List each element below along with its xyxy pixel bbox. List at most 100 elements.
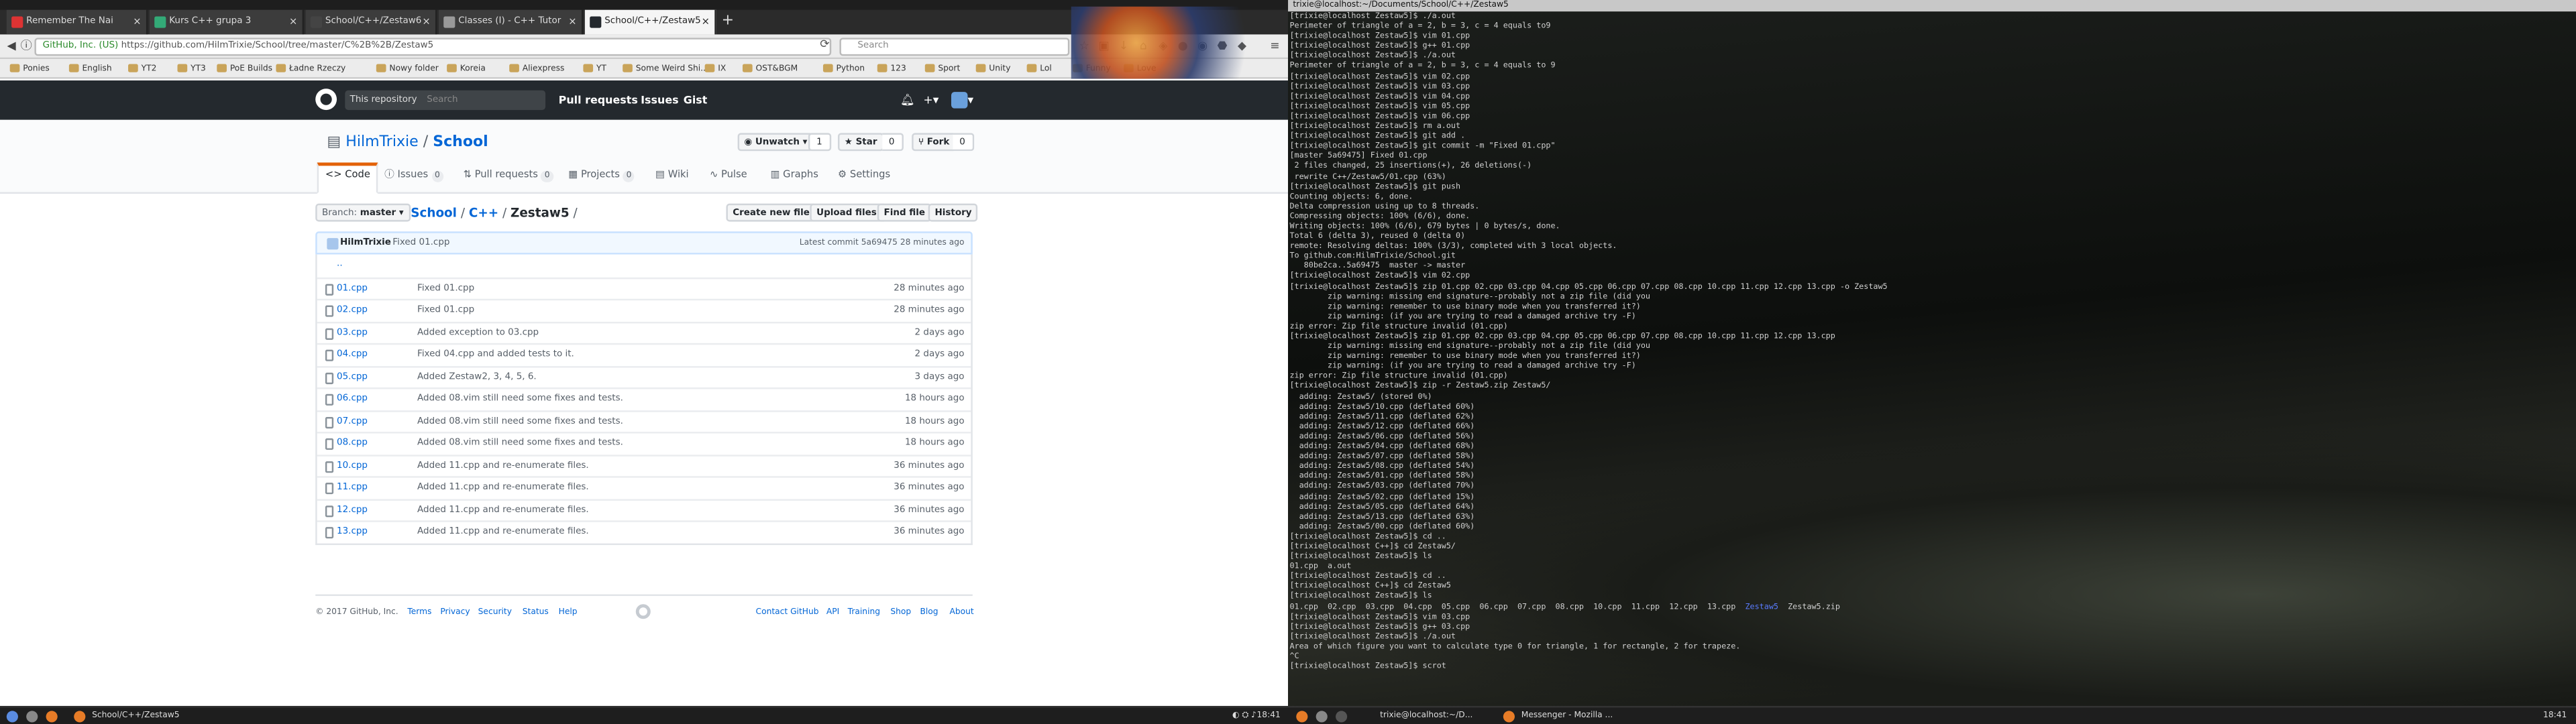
- commit-message-link[interactable]: Added 08.vim still need some fixes and t…: [417, 434, 623, 455]
- bookmark-folder[interactable]: PoE Builds: [217, 62, 272, 76]
- browser-tab[interactable]: Kurs C++ grupa 3 ×: [149, 9, 305, 35]
- github-logo-icon[interactable]: [635, 604, 651, 619]
- bookmark-folder[interactable]: Unity: [975, 62, 1010, 76]
- new-tab-button[interactable]: +: [718, 10, 737, 35]
- commit-message-link[interactable]: Fixed 01.cpp: [417, 278, 474, 299]
- star-button[interactable]: ★ Star: [837, 133, 884, 152]
- taskbar-window-messenger[interactable]: Messenger - Mozilla ...: [1521, 709, 1613, 724]
- commit-message-link[interactable]: Added 08.vim still need some fixes and t…: [417, 389, 623, 410]
- firefox-icon[interactable]: [1296, 711, 1308, 723]
- file-name-link[interactable]: 05.cpp: [337, 367, 368, 387]
- browser-tab[interactable]: School/C++/Zestaw6 ×: [305, 9, 437, 35]
- bookmark-folder[interactable]: Aliexpress: [509, 62, 564, 76]
- commit-message-link[interactable]: Added 11.cpp and re-enumerate files.: [417, 478, 589, 499]
- bookmark-folder[interactable]: Python: [822, 62, 865, 76]
- table-row[interactable]: 10.cpp Added 11.cpp and re-enumerate file…: [317, 454, 971, 476]
- nav-issues[interactable]: Issues: [641, 90, 678, 110]
- parent-dir-link[interactable]: ..: [337, 255, 343, 276]
- file-name-link[interactable]: 08.cpp: [337, 434, 368, 455]
- close-icon[interactable]: ×: [568, 10, 576, 35]
- bookmark-folder[interactable]: Some Weird Shi...: [623, 62, 708, 76]
- footer-link[interactable]: Contact GitHub: [756, 606, 819, 619]
- footer-link[interactable]: Training: [848, 606, 880, 619]
- tab-pulse[interactable]: ∿ Pulse: [710, 166, 747, 192]
- bookmark-folder[interactable]: Sport: [924, 62, 960, 76]
- github-logo-icon[interactable]: [315, 88, 337, 111]
- bookmark-folder[interactable]: 123: [877, 62, 906, 76]
- table-row[interactable]: 08.cpp Added 08.vim still need some fixes…: [317, 432, 971, 454]
- watch-count[interactable]: 1: [808, 133, 830, 152]
- footer-link[interactable]: Blog: [920, 606, 938, 619]
- unwatch-button[interactable]: ◉ Unwatch ▾: [737, 133, 814, 152]
- commit-message-link[interactable]: Added 11.cpp and re-enumerate files.: [417, 456, 589, 477]
- file-name-link[interactable]: 02.cpp: [337, 300, 368, 321]
- star-count[interactable]: 0: [882, 133, 903, 152]
- commit-message-link[interactable]: Added 11.cpp and re-enumerate files.: [417, 522, 589, 543]
- file-name-link[interactable]: 12.cpp: [337, 500, 368, 521]
- chevron-down-icon[interactable]: ▾: [967, 90, 973, 110]
- url-bar[interactable]: GitHub, Inc. (US) https://github.com/Hil…: [34, 38, 832, 56]
- taskbar-window-browser[interactable]: School/C++/Zestaw5: [92, 709, 179, 724]
- footer-link[interactable]: Shop: [890, 606, 911, 619]
- close-icon[interactable]: ×: [422, 10, 430, 35]
- nav-gist[interactable]: Gist: [684, 90, 708, 110]
- commit-message-link[interactable]: Added Zestaw2, 3, 4, 5, 6.: [417, 367, 537, 387]
- table-row[interactable]: 04.cpp Fixed 04.cpp and added tests to it…: [317, 343, 971, 365]
- bookmark-folder[interactable]: YT2: [128, 62, 156, 76]
- file-manager-icon[interactable]: [1316, 711, 1328, 723]
- table-row[interactable]: 06.cpp Added 08.vim still need some fixes…: [317, 387, 971, 410]
- footer-link[interactable]: Terms: [407, 606, 431, 619]
- tab-pull-requests[interactable]: ⇅ Pull requests 0: [464, 166, 553, 192]
- notification-bell-icon[interactable]: 🔔︎: [900, 90, 915, 110]
- search-bar[interactable]: Search: [839, 38, 1070, 56]
- table-row[interactable]: ..: [317, 255, 971, 277]
- commit-message-link[interactable]: Fixed 04.cpp and added tests to it.: [417, 345, 574, 365]
- table-row[interactable]: 03.cpp Added exception to 03.cpp 2 days ag…: [317, 320, 971, 343]
- tab-code[interactable]: <> Code: [317, 162, 379, 194]
- tray-icons[interactable]: ◐ ⛭ ♪: [1232, 709, 1256, 724]
- tab-wiki[interactable]: ▤ Wiki: [655, 166, 688, 192]
- table-row[interactable]: 07.cpp Added 08.vim still need some fixes…: [317, 410, 971, 432]
- bookmark-folder[interactable]: Koreia: [447, 62, 486, 76]
- footer-link[interactable]: Status: [523, 606, 549, 619]
- file-name-link[interactable]: 10.cpp: [337, 456, 368, 477]
- close-icon[interactable]: ×: [133, 10, 141, 35]
- footer-link[interactable]: Help: [559, 606, 578, 619]
- history-button[interactable]: History: [928, 203, 979, 222]
- bookmark-folder[interactable]: IX: [704, 62, 726, 76]
- file-name-link[interactable]: 03.cpp: [337, 322, 368, 343]
- apps-menu-icon[interactable]: [6, 711, 18, 723]
- terminal-icon[interactable]: [1336, 711, 1348, 723]
- footer-link[interactable]: API: [826, 606, 839, 619]
- footer-link[interactable]: Security: [478, 606, 512, 619]
- file-name-link[interactable]: 07.cpp: [337, 411, 368, 432]
- find-file-button[interactable]: Find file: [877, 203, 932, 222]
- terminal-window[interactable]: trixie@localhost:~/Documents/School/C++/…: [1288, 0, 2576, 707]
- taskbar-clock[interactable]: 18:41: [2543, 709, 2567, 724]
- table-row[interactable]: 02.cpp Fixed 01.cpp 28 minutes ago: [317, 298, 971, 321]
- firefox-icon[interactable]: [46, 711, 58, 723]
- fork-count[interactable]: 0: [953, 133, 974, 152]
- table-row[interactable]: 13.cpp Added 11.cpp and re-enumerate file…: [317, 520, 971, 542]
- file-name-link[interactable]: 01.cpp: [337, 278, 368, 299]
- branch-select[interactable]: Branch: master ▾: [315, 203, 411, 222]
- commit-message-link[interactable]: Added 11.cpp and re-enumerate files.: [417, 500, 589, 521]
- breadcrumb-link[interactable]: C++: [469, 205, 498, 220]
- file-manager-icon[interactable]: [26, 711, 38, 723]
- taskbar-clock[interactable]: 18:41: [1256, 709, 1280, 724]
- terminal-output[interactable]: [trixie@localhost Zestaw5]$ ./a.out Perim…: [1289, 13, 2571, 674]
- bookmark-folder[interactable]: Nowy folder: [376, 62, 439, 76]
- bookmark-folder[interactable]: Ponies: [9, 62, 50, 76]
- bookmark-folder[interactable]: OST&BGM: [742, 62, 798, 76]
- tab-settings[interactable]: ⚙ Settings: [838, 166, 890, 192]
- file-name-link[interactable]: 11.cpp: [337, 478, 368, 499]
- file-name-link[interactable]: 13.cpp: [337, 522, 368, 543]
- reload-icon[interactable]: ⟳: [818, 38, 832, 52]
- commit-message-link[interactable]: Fixed 01.cpp: [417, 300, 474, 321]
- file-name-link[interactable]: 06.cpp: [337, 389, 368, 410]
- close-icon[interactable]: ×: [289, 10, 297, 35]
- tab-projects[interactable]: ▦ Projects 0: [568, 166, 635, 192]
- table-row[interactable]: 11.cpp Added 11.cpp and re-enumerate file…: [317, 476, 971, 498]
- browser-tab[interactable]: Classes (I) - C++ Tutor ×: [438, 9, 584, 35]
- fork-button[interactable]: ⑂ Fork: [912, 133, 957, 152]
